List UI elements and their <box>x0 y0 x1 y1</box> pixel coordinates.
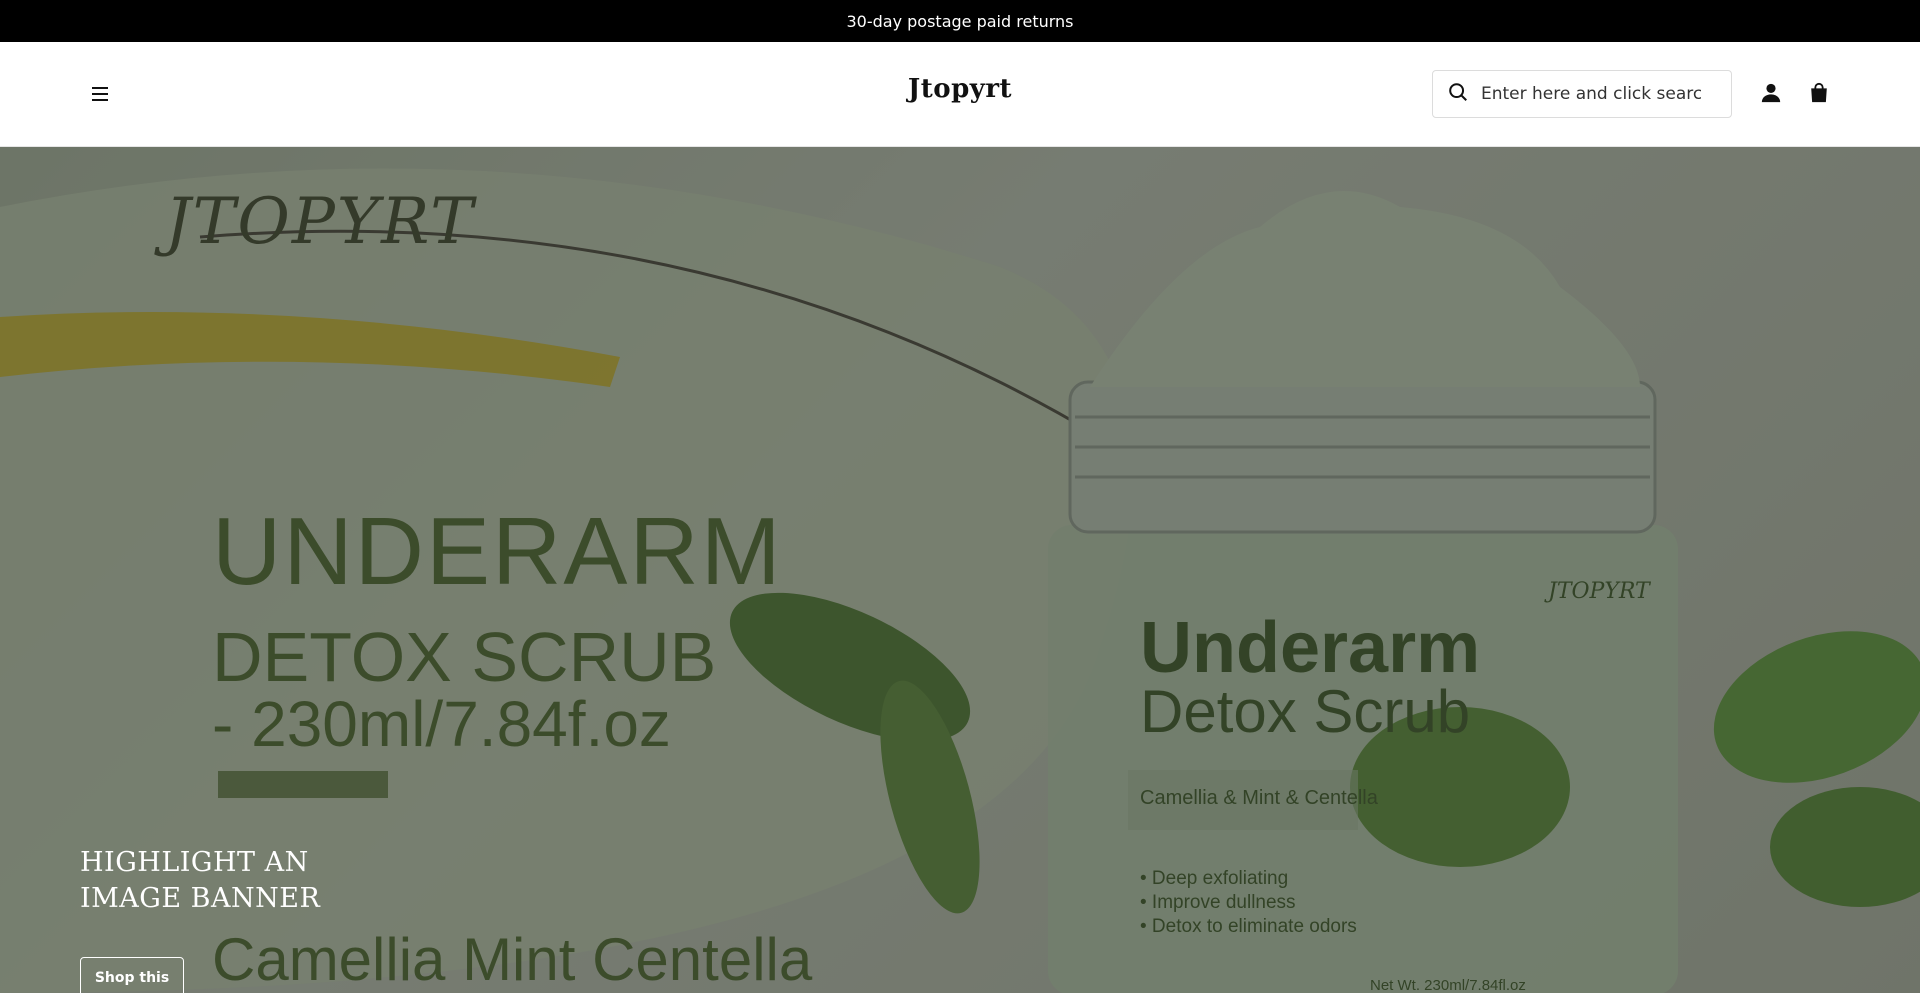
banner-heading-line: IMAGE BANNER <box>80 883 321 914</box>
image-banner: JTOPYRT UNDERARM DETOX SCRUB - 230ml/7.8… <box>0 147 1920 993</box>
account-icon[interactable] <box>1760 82 1782 104</box>
search-box[interactable] <box>1432 70 1732 118</box>
search-icon[interactable] <box>1447 81 1469 107</box>
site-header: Jtopyrt <box>0 42 1920 147</box>
cart-icon[interactable] <box>1808 82 1830 104</box>
announcement-text: 30-day postage paid returns <box>846 11 1074 31</box>
announcement-bar: 30-day postage paid returns <box>0 0 1920 42</box>
banner-heading-line: HIGHLIGHT AN <box>80 847 309 878</box>
shop-this-button[interactable]: Shop this <box>80 957 184 993</box>
banner-heading: HIGHLIGHT AN IMAGE BANNER <box>80 845 320 917</box>
search-input[interactable] <box>1481 84 1701 104</box>
logo-link[interactable]: Jtopyrt <box>908 74 1012 104</box>
menu-icon[interactable] <box>88 82 112 106</box>
